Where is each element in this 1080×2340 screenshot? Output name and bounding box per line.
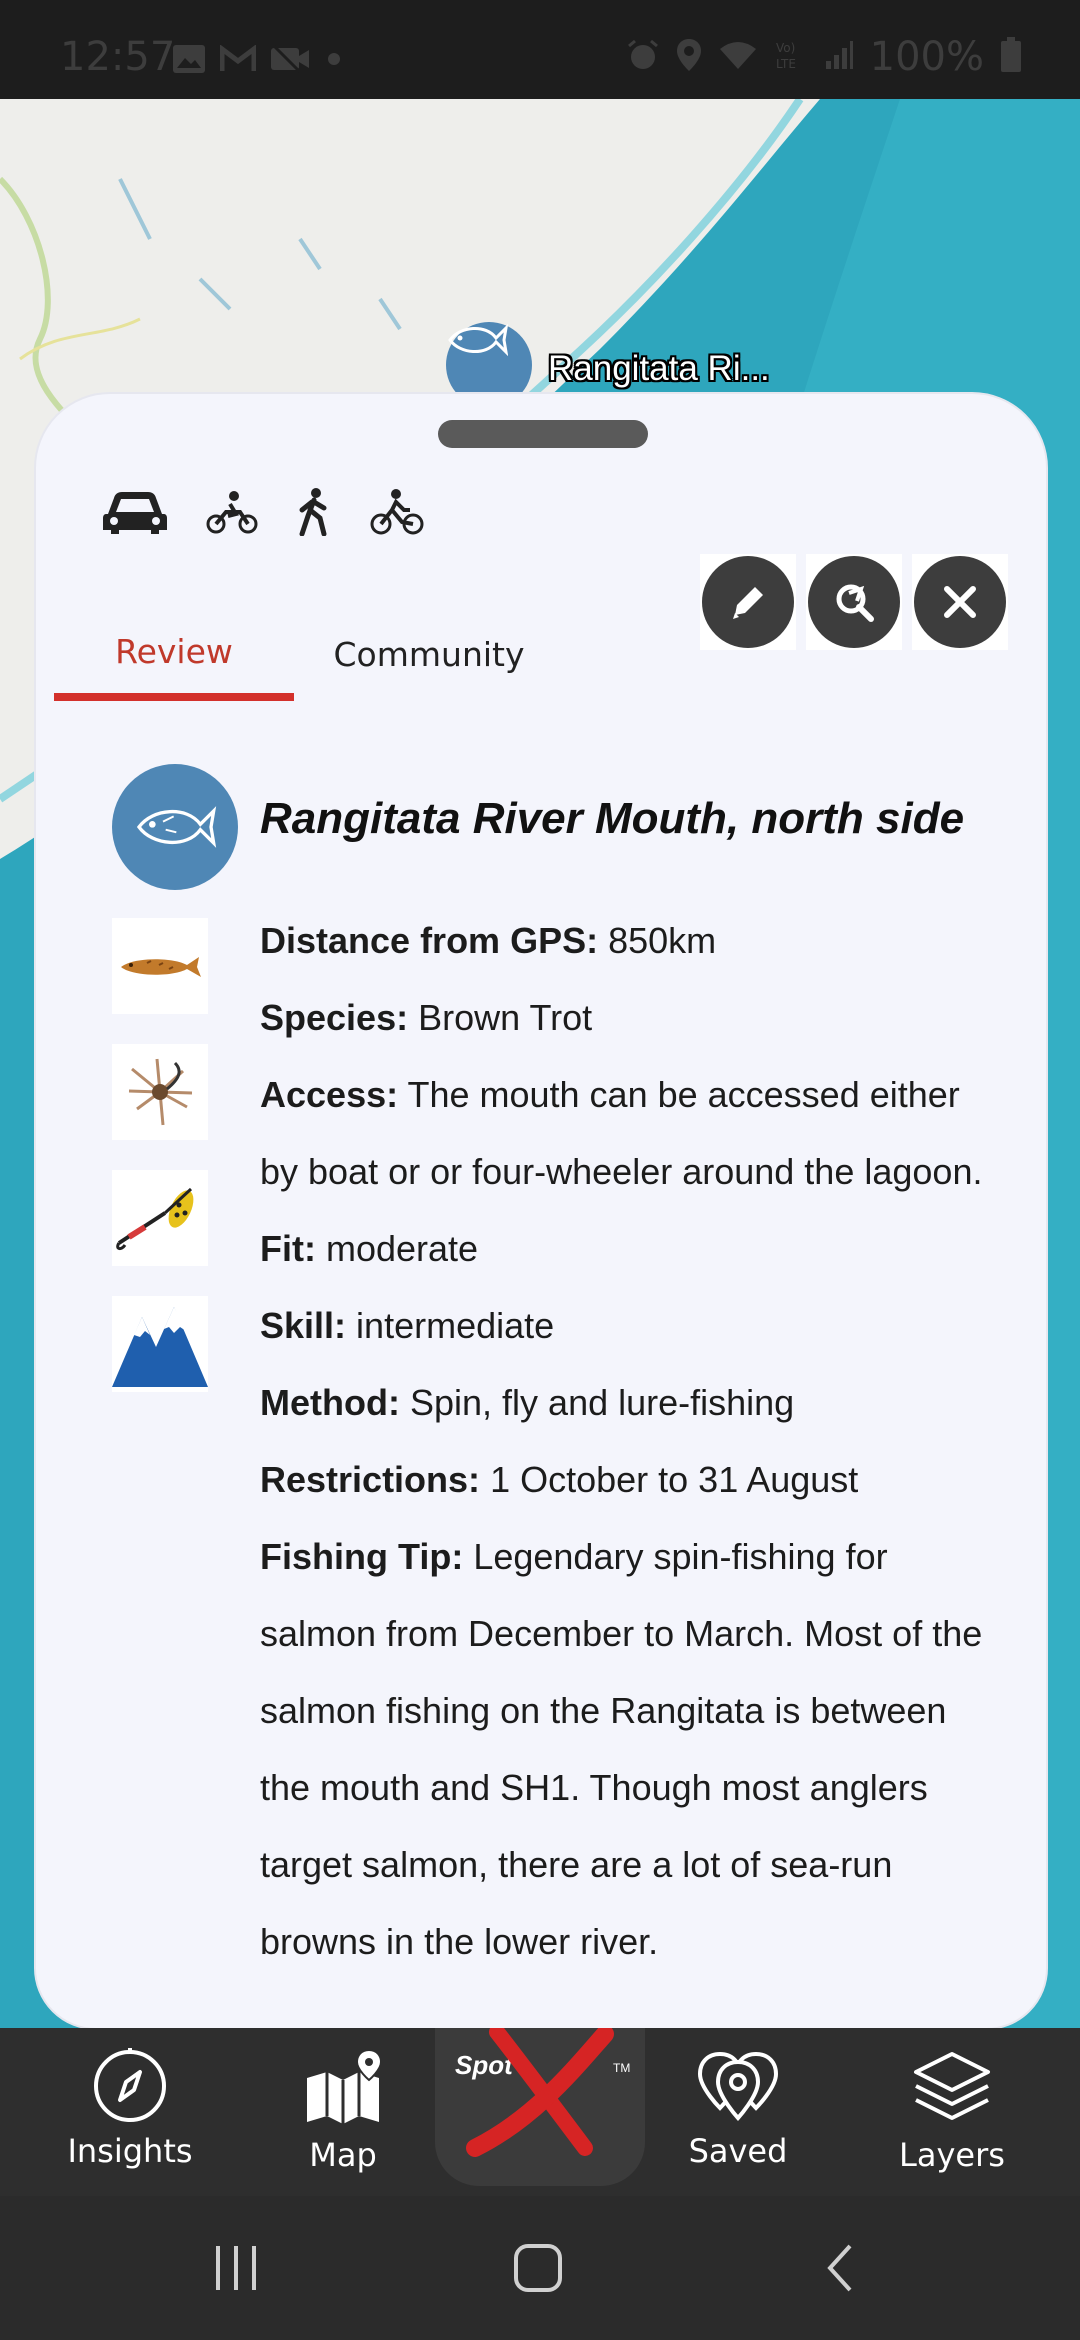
bottom-nav: Insights Map Spot TM Saved Layers	[0, 2024, 1080, 2196]
edit-button[interactable]	[700, 554, 796, 650]
search-route-button[interactable]	[806, 554, 902, 650]
search-route-icon	[836, 584, 874, 622]
video-off-icon	[270, 44, 310, 79]
walking-icon[interactable]	[296, 488, 332, 536]
close-icon	[944, 586, 976, 618]
trout-icon	[112, 918, 208, 1014]
back-icon	[827, 2244, 852, 2292]
tab-review[interactable]: Review	[54, 609, 294, 701]
detail-distance: Distance from GPS: 850km	[260, 920, 717, 961]
wifi-icon	[718, 39, 758, 76]
recent-apps-icon	[216, 2246, 256, 2290]
battery-icon	[1000, 36, 1022, 78]
status-left-icons	[172, 44, 344, 79]
detail-method: Method: Spin, fly and lure-fishing	[260, 1382, 795, 1423]
fly-lure-icon	[112, 1044, 208, 1140]
motorbike-icon[interactable]	[206, 490, 258, 534]
compass-icon	[94, 2048, 166, 2122]
battery-percent: 100%	[869, 34, 984, 80]
detail-restrictions: Restrictions: 1 October to 31 August	[260, 1459, 859, 1500]
mountain-icon	[112, 1296, 208, 1392]
transport-modes	[102, 488, 424, 536]
tab-community[interactable]: Community	[294, 609, 564, 699]
dot-icon	[324, 49, 344, 74]
layers-icon	[914, 2052, 990, 2120]
spotx-logo-icon: Spot TM	[455, 2024, 630, 2157]
recent-apps-button[interactable]	[210, 2240, 262, 2296]
car-icon[interactable]	[102, 488, 168, 536]
close-button[interactable]	[912, 554, 1008, 650]
tab-bar: Review Community	[54, 609, 564, 701]
volte-icon: Vo) LTE	[774, 38, 808, 77]
nav-saved[interactable]: Saved	[658, 2048, 818, 2170]
detail-fit: Fit: moderate	[260, 1228, 479, 1269]
spot-detail-sheet: Review Community Rangitata River Mouth, …	[34, 392, 1048, 2030]
bicycle-icon[interactable]	[370, 488, 424, 536]
logo-trademark: TM	[613, 2061, 630, 2075]
location-icon	[676, 38, 702, 77]
home-button[interactable]	[510, 2240, 566, 2296]
system-nav-bar	[0, 2196, 1080, 2340]
detail-skill: Skill: intermediate	[260, 1305, 555, 1346]
spinner-lure-icon	[112, 1170, 208, 1266]
detail-access: Access: The mouth can be accessed either…	[260, 1074, 983, 1192]
back-button[interactable]	[820, 2240, 860, 2296]
spotx-home-button[interactable]: Spot TM	[435, 2024, 645, 2186]
map-icon	[307, 2048, 383, 2124]
nav-map-label: Map	[309, 2136, 377, 2174]
action-buttons	[700, 554, 1008, 650]
fish-icon	[136, 806, 217, 848]
status-time: 12:57	[60, 34, 176, 80]
nav-insights[interactable]: Insights	[50, 2048, 210, 2170]
home-icon	[514, 2244, 562, 2292]
nav-map[interactable]: Map	[263, 2048, 423, 2174]
spot-title: Rangitata River Mouth, north side	[260, 794, 965, 843]
saved-pins-icon	[697, 2051, 779, 2121]
nav-layers-label: Layers	[899, 2136, 1005, 2174]
spot-details: Distance from GPS: 850km Species: Brown …	[260, 902, 990, 1980]
fish-icon	[448, 323, 508, 357]
status-bar: 12:57 Vo) LTE 100%	[0, 0, 1080, 99]
alarm-icon	[626, 38, 660, 77]
nav-insights-label: Insights	[67, 2132, 193, 2170]
gmail-icon	[219, 44, 257, 78]
svg-text:LTE: LTE	[776, 57, 796, 71]
gear-icons-column	[112, 918, 208, 1422]
detail-species: Species: Brown Trot	[260, 997, 593, 1038]
status-right-icons: Vo) LTE 100%	[626, 34, 1022, 80]
detail-fishing-tip: Fishing Tip: Legendary spin-fishing for …	[260, 1536, 983, 1962]
spot-type-icon	[112, 764, 238, 890]
image-icon	[172, 44, 206, 79]
svg-text:Vo): Vo)	[776, 41, 795, 55]
map-marker-label[interactable]: Rangitata Ri...	[548, 349, 770, 389]
edit-icon	[733, 587, 763, 619]
drag-handle[interactable]	[438, 420, 648, 448]
nav-saved-label: Saved	[688, 2132, 788, 2170]
nav-layers[interactable]: Layers	[872, 2048, 1032, 2174]
signal-icon	[824, 39, 854, 76]
